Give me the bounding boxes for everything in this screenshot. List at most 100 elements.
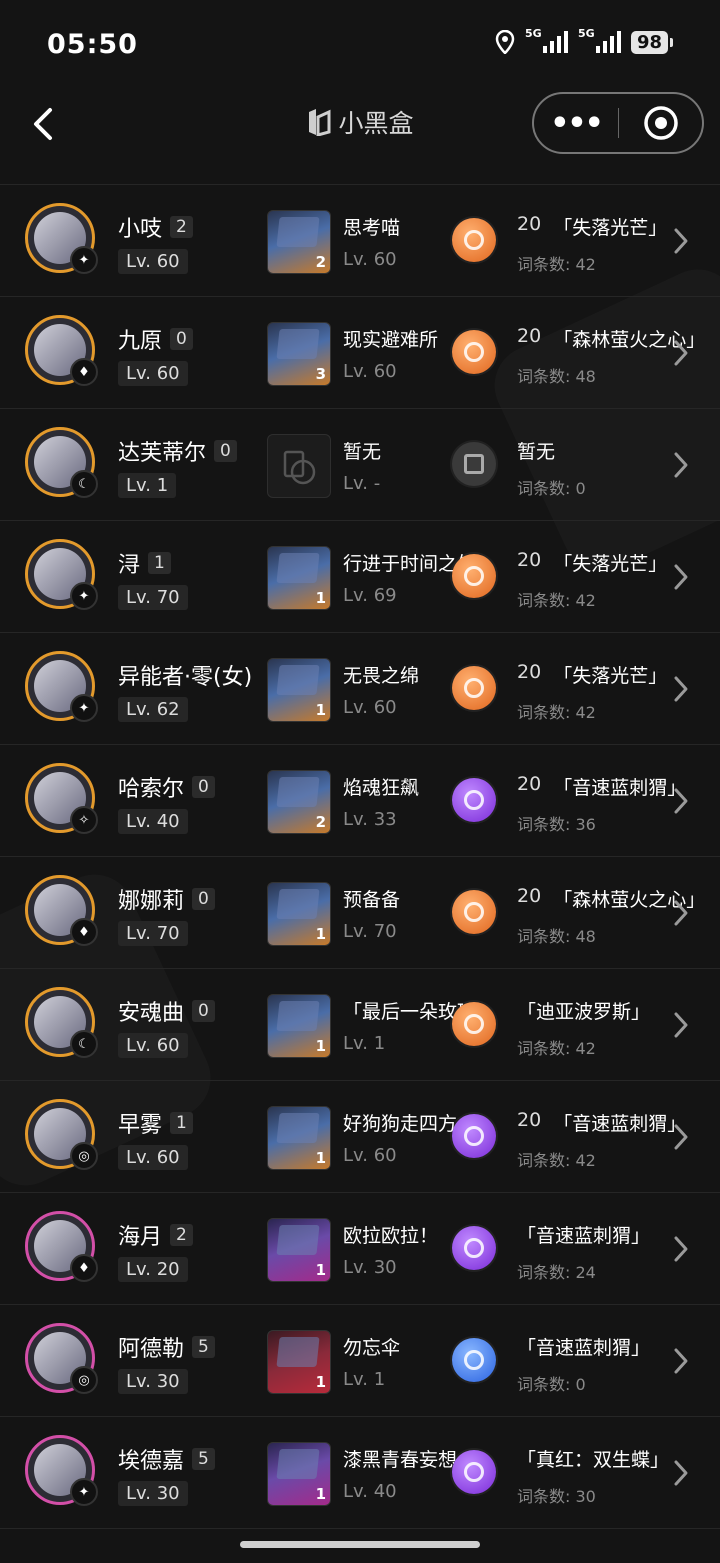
more-icon[interactable]: ••• bbox=[534, 106, 618, 141]
character-rank: 0 bbox=[192, 888, 215, 910]
character-row[interactable]: ♦ 九原 0 Lv. 60 3 现实避难所 Lv. 60 20 「森林萤火之心」… bbox=[0, 297, 720, 409]
character-level: Lv. 60 bbox=[118, 1033, 188, 1058]
drive-disc-icon bbox=[452, 1450, 496, 1494]
character-name: 九原 bbox=[118, 329, 163, 354]
element-icon: ✦ bbox=[70, 694, 98, 722]
chevron-right-icon[interactable] bbox=[672, 787, 690, 815]
drive-disc-name: 「真红：双生蝶」 bbox=[517, 1449, 670, 1471]
character-list: ✦ 小吱 2 Lv. 60 2 思考喵 Lv. 60 20 「失落光芒」 词条数… bbox=[0, 184, 720, 1529]
weapon-name: 欧拉欧拉！ bbox=[343, 1225, 439, 1247]
weapon-level: Lv. 69 bbox=[343, 585, 397, 606]
chevron-right-icon[interactable] bbox=[672, 451, 690, 479]
drive-disc-title: 20 「音速蓝刺猬」 bbox=[517, 773, 686, 800]
weapon-count: 2 bbox=[315, 813, 326, 831]
weapon-name: 无畏之绵 bbox=[343, 665, 420, 687]
chevron-right-icon[interactable] bbox=[672, 1235, 690, 1263]
weapon-name: 暂无 bbox=[343, 441, 382, 463]
character-row[interactable]: ✦ 埃德嘉 5 Lv. 30 1 漆黑青春妄想 Lv. 40 「真红：双生蝶」 … bbox=[0, 1417, 720, 1529]
weapon-art bbox=[276, 889, 320, 919]
drive-disc-substat-count: 词条数: 42 bbox=[517, 703, 596, 722]
character-row[interactable]: ◎ 阿德勒 5 Lv. 30 1 勿忘伞 Lv. 1 「音速蓝刺猬」 词条数: … bbox=[0, 1305, 720, 1417]
status-bar: 05:50 5G 5G 98 bbox=[0, 0, 720, 92]
chevron-right-icon[interactable] bbox=[672, 227, 690, 255]
chevron-right-icon[interactable] bbox=[672, 1123, 690, 1151]
drive-disc-name: 「失落光芒」 bbox=[553, 553, 668, 575]
drive-disc-icon bbox=[452, 890, 496, 934]
close-target-icon[interactable] bbox=[619, 105, 702, 141]
weapon-count: 1 bbox=[315, 1485, 326, 1503]
chevron-right-icon[interactable] bbox=[672, 899, 690, 927]
chevron-right-icon[interactable] bbox=[672, 675, 690, 703]
character-level: Lv. 70 bbox=[118, 921, 188, 946]
drive-disc-title: 「音速蓝刺猬」 bbox=[517, 1221, 650, 1248]
drive-disc-level: 20 bbox=[517, 885, 542, 907]
character-name: 达芙蒂尔 bbox=[118, 441, 207, 466]
drive-disc-name: 「音速蓝刺猬」 bbox=[553, 1113, 687, 1135]
character-avatar: ♦ bbox=[25, 315, 98, 386]
character-row[interactable]: ✧ 哈索尔 0 Lv. 40 2 焰魂狂飙 Lv. 33 20 「音速蓝刺猬」 … bbox=[0, 745, 720, 857]
drive-disc-level: 20 bbox=[517, 1109, 542, 1131]
weapon-card bbox=[267, 434, 331, 498]
weapon-level: Lv. 60 bbox=[343, 1145, 397, 1166]
character-avatar: ☾ bbox=[25, 987, 98, 1058]
weapon-count: 1 bbox=[315, 1261, 326, 1279]
character-level: Lv. 62 bbox=[118, 697, 188, 722]
drive-disc-icon bbox=[452, 442, 496, 486]
character-row[interactable]: ✦ 浔 1 Lv. 70 1 行进于时间之外 Lv. 69 20 「失落光芒」 … bbox=[0, 521, 720, 633]
drive-disc-icon bbox=[452, 666, 496, 710]
weapon-name: 思考喵 bbox=[343, 217, 401, 239]
signal-icon: 5G bbox=[525, 27, 568, 53]
location-icon bbox=[495, 30, 515, 54]
weapon-count: 1 bbox=[315, 1149, 326, 1167]
character-avatar: ◎ bbox=[25, 1099, 98, 1170]
character-name-wrap: 早雾 1 bbox=[118, 1107, 193, 1139]
character-name: 海月 bbox=[118, 1225, 163, 1250]
drive-disc-substat-count: 词条数: 24 bbox=[517, 1263, 596, 1282]
character-row[interactable]: ☾ 安魂曲 0 Lv. 60 1 「最后一朵玫瑰」 Lv. 1 「迪亚波罗斯」 … bbox=[0, 969, 720, 1081]
drive-disc-title: 「真红：双生蝶」 bbox=[517, 1445, 669, 1472]
character-name-wrap: 海月 2 bbox=[118, 1219, 193, 1251]
character-avatar: ✦ bbox=[25, 651, 98, 722]
weapon-name: 行进于时间之外 bbox=[343, 553, 463, 575]
drive-disc-substat-count: 词条数: 42 bbox=[517, 591, 596, 610]
character-row[interactable]: ♦ 娜娜莉 0 Lv. 70 1 预备备 Lv. 70 20 「森林萤火之心」 … bbox=[0, 857, 720, 969]
element-icon: ♦ bbox=[70, 358, 98, 386]
character-row[interactable]: ✦ 小吱 2 Lv. 60 2 思考喵 Lv. 60 20 「失落光芒」 词条数… bbox=[0, 185, 720, 297]
chevron-right-icon[interactable] bbox=[672, 563, 690, 591]
chevron-right-icon[interactable] bbox=[672, 1347, 690, 1375]
drive-disc-level: 20 bbox=[517, 549, 542, 571]
character-level: Lv. 60 bbox=[118, 1145, 188, 1170]
drive-disc-icon bbox=[452, 1114, 496, 1158]
character-name-wrap: 哈索尔 0 bbox=[118, 771, 215, 803]
weapon-name: 漆黑青春妄想 bbox=[343, 1449, 458, 1471]
character-rank: 0 bbox=[192, 776, 215, 798]
chevron-right-icon[interactable] bbox=[672, 339, 690, 367]
weapon-art bbox=[276, 329, 320, 359]
weapon-name: 预备备 bbox=[343, 889, 401, 911]
character-level: Lv. 70 bbox=[118, 585, 188, 610]
character-avatar: ♦ bbox=[25, 1211, 98, 1282]
element-icon: ♦ bbox=[70, 918, 98, 946]
weapon-card: 3 bbox=[267, 322, 331, 386]
character-rank: 0 bbox=[214, 440, 237, 462]
weapon-name: 勿忘伞 bbox=[343, 1337, 401, 1359]
element-icon: ◎ bbox=[70, 1366, 98, 1394]
character-avatar: ✦ bbox=[25, 203, 98, 274]
character-row[interactable]: ♦ 海月 2 Lv. 20 1 欧拉欧拉！ Lv. 30 「音速蓝刺猬」 词条数… bbox=[0, 1193, 720, 1305]
home-indicator[interactable] bbox=[240, 1541, 480, 1548]
drive-disc-icon bbox=[452, 330, 496, 374]
weapon-art bbox=[276, 1113, 320, 1143]
chevron-right-icon[interactable] bbox=[672, 1459, 690, 1487]
character-level: Lv. 20 bbox=[118, 1257, 188, 1282]
chevron-right-icon[interactable] bbox=[672, 1011, 690, 1039]
battery-indicator: 98 bbox=[630, 30, 674, 54]
character-level: Lv. 60 bbox=[118, 361, 188, 386]
character-row[interactable]: ☾ 达芙蒂尔 0 Lv. 1 暂无 Lv. - 暂无 词条数: 0 bbox=[0, 409, 720, 521]
character-row[interactable]: ✦ 异能者·零(女) Lv. 62 1 无畏之绵 Lv. 60 20 「失落光芒… bbox=[0, 633, 720, 745]
character-name: 早雾 bbox=[118, 1113, 163, 1138]
drive-disc-level: 20 bbox=[517, 325, 542, 347]
character-row[interactable]: ◎ 早雾 1 Lv. 60 1 好狗狗走四方 Lv. 60 20 「音速蓝刺猬」… bbox=[0, 1081, 720, 1193]
character-name: 安魂曲 bbox=[118, 1001, 185, 1026]
weapon-card: 1 bbox=[267, 1330, 331, 1394]
weapon-art bbox=[276, 553, 320, 583]
